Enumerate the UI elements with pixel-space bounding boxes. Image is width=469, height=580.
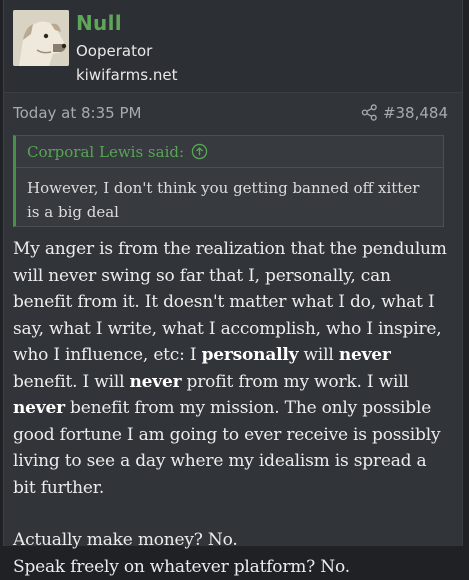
share-icon[interactable] [361, 104, 378, 121]
username[interactable]: Null [76, 11, 122, 35]
message-line: Speak freely on whatever platform? No. [13, 554, 453, 580]
message-text: profit from my work. I will [181, 372, 408, 392]
user-title: Ooperator [76, 42, 152, 60]
message-body: My anger is from the realization that th… [13, 236, 453, 580]
message-line: Actually make money? No. [13, 527, 453, 554]
quote-author[interactable]: Corporal Lewis said: [27, 143, 184, 161]
post-number-link[interactable]: #38,484 [383, 104, 448, 122]
avatar-image [13, 10, 69, 66]
message-bold-text: never [130, 372, 182, 392]
post-date[interactable]: Today at 8:35 PM [13, 104, 141, 122]
arrow-up-circle-icon[interactable] [191, 143, 208, 160]
message-text: will [298, 345, 338, 365]
post-container: Null Ooperator kiwifarms.net Today at 8:… [3, 0, 463, 546]
message-bold-text: never [339, 345, 391, 365]
user-banner: kiwifarms.net [76, 66, 177, 84]
avatar[interactable] [13, 10, 69, 66]
message-bold-text: never [13, 398, 65, 418]
post-meta: Today at 8:35 PM #38,484 [4, 100, 462, 126]
quote-header: Corporal Lewis said: [16, 136, 443, 168]
quote-block: Corporal Lewis said: However, I don't th… [13, 135, 444, 227]
message-paragraph: My anger is from the realization that th… [13, 236, 453, 501]
message-bold-text: personally [202, 345, 299, 365]
quote-text: However, I don't think you getting banne… [27, 176, 432, 224]
message-text: benefit from my mission. The only possib… [13, 398, 440, 498]
user-header: Null Ooperator kiwifarms.net [4, 0, 462, 93]
message-text: benefit. I will [13, 372, 130, 392]
